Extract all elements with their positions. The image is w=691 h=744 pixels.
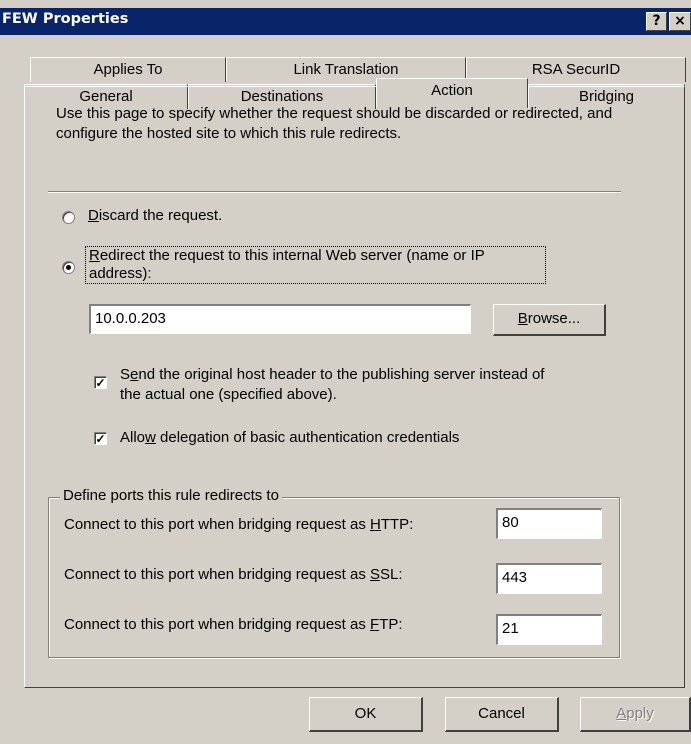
ftp-port-label: Connect to this port when bridging reque…: [64, 616, 403, 633]
host-header-label[interactable]: Send the original host header to the pub…: [120, 365, 544, 405]
delegation-checkbox[interactable]: ✓: [94, 432, 107, 445]
ssl-port-label: Connect to this port when bridging reque…: [64, 566, 403, 583]
ftp-port-input[interactable]: 21: [496, 614, 602, 645]
http-port-input[interactable]: 80: [496, 508, 602, 539]
window-title: FEW Properties: [2, 11, 129, 27]
separator: [48, 191, 621, 193]
discard-radio[interactable]: [62, 211, 75, 224]
radio-selected-dot: [66, 265, 71, 270]
delegation-label[interactable]: Allow delegation of basic authentication…: [120, 429, 459, 446]
cancel-button[interactable]: Cancel: [445, 697, 559, 732]
apply-button[interactable]: Apply: [580, 697, 691, 732]
http-port-label: Connect to this port when bridging reque…: [64, 516, 414, 533]
ok-button[interactable]: OK: [309, 697, 423, 732]
redirect-label[interactable]: Redirect the request to this internal We…: [85, 246, 546, 284]
redirect-radio[interactable]: [62, 261, 75, 274]
close-button[interactable]: ×: [669, 12, 691, 31]
discard-label[interactable]: Discard the request.: [88, 207, 222, 224]
ssl-port-input[interactable]: 443: [496, 563, 602, 594]
help-button[interactable]: ?: [646, 12, 667, 31]
server-input[interactable]: 10.0.0.203: [89, 304, 471, 334]
ports-group-title: Define ports this rule redirects to: [60, 487, 282, 504]
page-description: Use this page to specify whether the req…: [56, 105, 613, 142]
browse-button[interactable]: Browse...: [493, 304, 606, 336]
host-header-checkbox[interactable]: ✓: [94, 376, 107, 389]
tab-applies-to[interactable]: Applies To: [30, 57, 226, 82]
